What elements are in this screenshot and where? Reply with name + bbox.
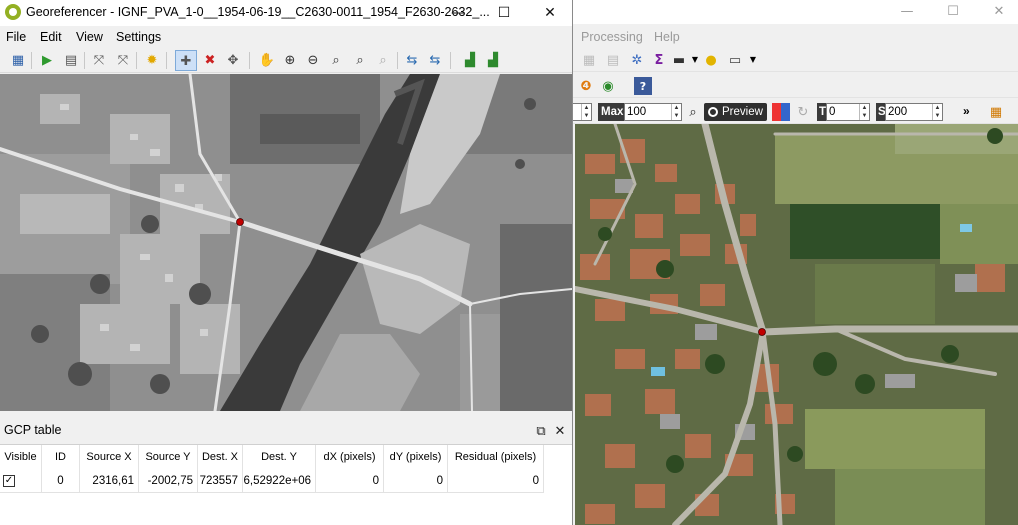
preview-label: Preview [722,106,763,118]
menu-view[interactable]: View [76,30,103,44]
cell-source-x[interactable]: 2316,61 [80,469,139,493]
preview-button[interactable]: Preview [704,103,767,121]
col-dy[interactable]: dY (pixels) [384,445,448,469]
visible-checkbox[interactable]: ✓ [3,475,15,487]
move-gcp-point-icon[interactable]: ✥ [224,51,242,69]
qgis-close-button[interactable]: ✕ [986,2,1012,22]
qgis-plugins-toolbar: ❹ ◉ ? [572,74,1018,98]
help-icon[interactable]: ? [634,77,652,95]
qgis-map-canvas[interactable] [575,124,1018,525]
cell-id[interactable]: 0 [42,469,80,493]
col-dest-x[interactable]: Dest. X [198,445,243,469]
menu-help[interactable]: Help [654,30,680,44]
undock-icon[interactable]: ⧉ [532,422,550,440]
refresh-icon[interactable]: ↻ [794,103,812,121]
cell-dx[interactable]: 0 [316,469,384,493]
maximize-button[interactable]: ☐ [486,2,522,24]
gcp-point-source[interactable] [236,218,244,226]
gcp-point-destination[interactable] [758,328,766,336]
qgis-attributes-toolbar: ▦ ▤ ✲ Σ ▬ ▼ ● ▭ ▼ [572,48,1018,72]
toolbar-overflow-button[interactable]: » [963,104,970,118]
col-id[interactable]: ID [42,445,80,469]
transformation-settings-icon[interactable]: ✹ [143,51,161,69]
col-source-y[interactable]: Source Y [139,445,198,469]
text-annotation-icon[interactable]: ▭ [726,51,744,69]
gcp-table-header: GCP table ⧉ ✕ [0,420,572,442]
save-gcp-points-icon[interactable]: ⤧ [114,51,132,69]
col-dx[interactable]: dX (pixels) [316,445,384,469]
col-source-x[interactable]: Source X [80,445,139,469]
pan-icon[interactable]: ✋ [258,51,276,69]
s-spinbox[interactable]: 200 ▲ ▼ [885,103,943,121]
minimize-button[interactable]: — [440,2,476,24]
add-point-icon[interactable]: ✚ [177,52,195,70]
close-button[interactable]: ✕ [532,2,568,24]
zoom-in-icon[interactable]: ⊕ [281,51,299,69]
table-icon[interactable]: ▦ [580,51,598,69]
processing-toolbox-gear-icon[interactable]: ✲ [628,51,646,69]
cell-residual[interactable]: 0 [448,469,544,493]
cell-dest-x[interactable]: 723557 [198,469,243,493]
t-spinbox[interactable]: 0 ▲ ▼ [826,103,870,121]
zoom-next-icon[interactable]: ⌕ [374,51,392,69]
plugin-4-icon[interactable]: ❹ [577,77,595,95]
link-georeferencer-to-qgis-icon[interactable]: ⇆ [403,51,421,69]
attribute-table-icon[interactable]: ▦ [987,103,1005,121]
statistics-sum-icon[interactable]: Σ [650,51,668,69]
cell-source-y[interactable]: -2002,75 [139,469,198,493]
col-residual[interactable]: Residual (pixels) [448,445,544,469]
zoom-last-icon[interactable]: ⌕ [351,51,369,69]
menu-settings[interactable]: Settings [116,30,161,44]
georeferencer-titlebar: Georeferencer - IGNF_PVA_1-0__1954-06-19… [0,0,572,26]
qgis-logo-icon [5,4,21,20]
python-plugin-icon[interactable]: ◉ [599,77,617,95]
qgis-render-toolbar: ▲ ▼ Max 100 ▲ ▼ ⌕ Preview ↻ T 0 ▲ ▼ S 200 ▲ ▼ »… [570,100,1018,124]
qgis-main-titlebar: — ☐ ✕ [572,0,1018,24]
t-value: 0 [829,106,836,118]
zoom-out-icon[interactable]: ⊖ [304,51,322,69]
col-visible[interactable]: Visible [0,445,42,469]
gcp-table-title: GCP table [4,423,62,437]
min-spinbox[interactable]: ▲ ▼ [570,103,592,121]
georeferencer-canvas[interactable] [0,74,572,411]
georeferencer-toolbar: ▦ ▶ ▤ ⤧ ⤧ ✹ ✚ ✖ ✥ ✋ ⊕ ⊖ ⌕ ⌕ ⌕ ⇆ ⇆ ▟ ▟ [0,48,572,73]
zoom-to-layer-icon[interactable]: ⌕ [327,51,345,69]
full-histogram-stretch-icon[interactable]: ▟ [461,51,479,69]
satellite-imagery [575,124,1018,525]
max-value: 100 [627,106,647,118]
menu-file[interactable]: File [6,30,26,44]
cell-dy[interactable]: 0 [384,469,448,493]
close-panel-icon[interactable]: ✕ [551,422,569,440]
start-georeferencing-icon[interactable]: ▶ [38,51,56,69]
max-spinbox[interactable]: 100 ▲ ▼ [624,103,682,121]
zoom-preview-icon[interactable]: ⌕ [684,103,702,121]
menu-edit[interactable]: Edit [40,30,62,44]
s-value: 200 [888,106,908,118]
georeferencer-window: Georeferencer - IGNF_PVA_1-0__1954-06-19… [0,0,573,525]
open-raster-icon[interactable]: ▦ [9,51,27,69]
load-gcp-points-icon[interactable]: ⤧ [90,51,108,69]
qgis-minimize-button[interactable]: — [894,2,920,22]
georeferencer-menubar: File Edit View Settings [0,27,572,47]
col-dest-y[interactable]: Dest. Y [243,445,316,469]
menu-processing[interactable]: Processing [581,30,643,44]
map-tips-icon[interactable]: ● [702,51,720,69]
annotation-dropdown-icon[interactable]: ▼ [744,51,762,69]
cell-dest-y[interactable]: 6,52922e+06 [243,469,316,493]
qgis-maximize-button[interactable]: ☐ [940,2,966,22]
window-title: Georeferencer - IGNF_PVA_1-0__1954-06-19… [26,5,490,19]
link-qgis-to-georeferencer-icon[interactable]: ⇆ [426,51,444,69]
color-picker-icon[interactable] [772,103,790,121]
qgis-main-menubar: Processing Help [572,26,1018,48]
field-calculator-icon[interactable]: ▤ [604,51,622,69]
generate-gdal-script-icon[interactable]: ▤ [62,51,80,69]
gcp-table: Visible ID Source X Source Y Dest. X Des… [0,444,572,525]
max-label: Max [598,103,627,121]
delete-point-icon[interactable]: ✖ [201,51,219,69]
aerial-photo [0,74,572,411]
local-histogram-stretch-icon[interactable]: ▟ [484,51,502,69]
